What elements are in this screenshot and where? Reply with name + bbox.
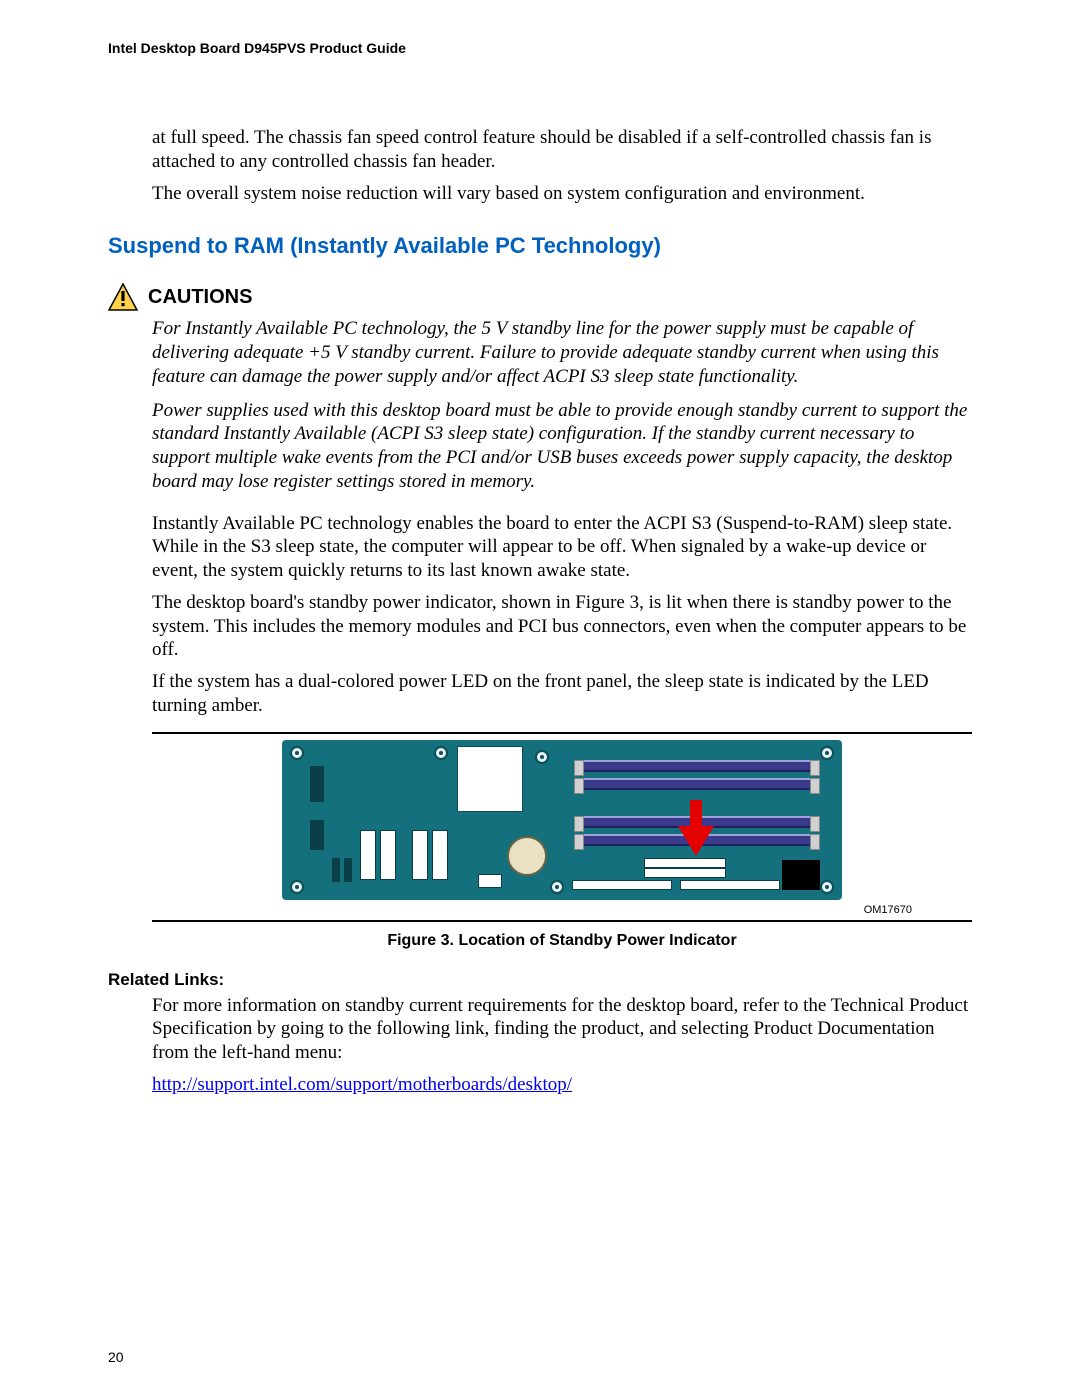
- related-links-heading: Related Links:: [108, 970, 972, 990]
- standby-power-indicator-arrow: [674, 800, 718, 856]
- related-links-para: For more information on standby current …: [152, 994, 972, 1065]
- caution-para-2: Power supplies used with this desktop bo…: [152, 399, 972, 494]
- body-para-3: If the system has a dual-colored power L…: [152, 670, 972, 718]
- page-number: 20: [108, 1349, 124, 1365]
- caution-para-1: For Instantly Available PC technology, t…: [152, 317, 972, 388]
- figure-bottom-rule: [152, 920, 972, 922]
- cautions-heading: CAUTIONS: [148, 286, 252, 309]
- figure-motherboard: [152, 740, 972, 900]
- related-link[interactable]: http://support.intel.com/support/motherb…: [152, 1074, 572, 1095]
- figure-caption: Figure 3. Location of Standby Power Indi…: [152, 932, 972, 950]
- intro-para-2: The overall system noise reduction will …: [152, 182, 972, 206]
- caution-icon: [108, 283, 138, 311]
- figure-id: OM17670: [152, 904, 912, 916]
- figure-top-rule: [152, 732, 972, 734]
- section-title: Suspend to RAM (Instantly Available PC T…: [108, 233, 972, 259]
- body-para-1: Instantly Available PC technology enable…: [152, 512, 972, 583]
- intro-para-1: at full speed. The chassis fan speed con…: [152, 126, 972, 174]
- body-para-2: The desktop board's standby power indica…: [152, 591, 972, 662]
- doc-header: Intel Desktop Board D945PVS Product Guid…: [108, 40, 972, 56]
